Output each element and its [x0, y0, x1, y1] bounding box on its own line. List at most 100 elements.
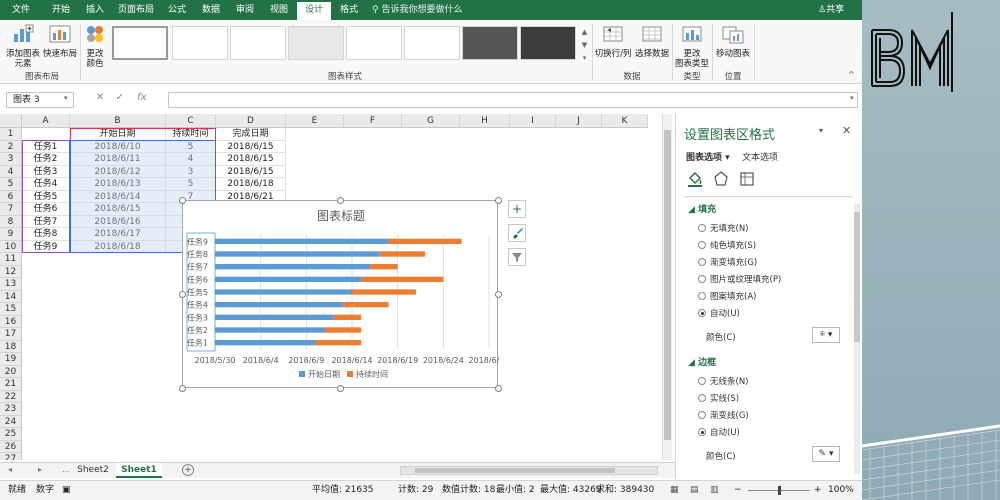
- fill-line-icon[interactable]: [686, 170, 704, 188]
- tab-insert[interactable]: 插入: [80, 0, 110, 20]
- next-sheet-icon[interactable]: ▸: [38, 465, 42, 474]
- quick-layout-button[interactable]: 快速布局: [42, 22, 78, 59]
- row-header-26[interactable]: 26: [0, 440, 22, 453]
- page-layout-view-icon[interactable]: ▤: [690, 481, 699, 499]
- row-header-19[interactable]: 19: [0, 353, 22, 366]
- fill-option-gradient[interactable]: 渐变填充(G): [698, 256, 757, 268]
- fill-color-picker[interactable]: ⍟ ▾: [812, 327, 840, 343]
- tab-data[interactable]: 数据: [196, 0, 226, 20]
- chart-style-7[interactable]: [462, 26, 518, 60]
- formula-input[interactable]: [168, 92, 858, 108]
- change-colors-button[interactable]: 更改 颜色: [82, 22, 108, 69]
- column-header-d[interactable]: D: [216, 114, 286, 128]
- cancel-icon[interactable]: ✕: [96, 92, 104, 103]
- scrollbar-thumb[interactable]: [415, 468, 615, 473]
- select-all-corner[interactable]: [0, 114, 22, 128]
- table-cell[interactable]: 2018/6/18: [216, 178, 286, 191]
- fill-section-header[interactable]: ◢ 填充: [688, 202, 716, 215]
- new-sheet-button[interactable]: +: [182, 464, 194, 476]
- sheet-tab-sheet1[interactable]: Sheet1: [116, 463, 162, 478]
- row-header-27[interactable]: 27: [0, 453, 22, 460]
- switch-row-column-button[interactable]: 切换行/列: [594, 22, 632, 59]
- fill-option-solid[interactable]: 纯色填充(S): [698, 239, 756, 251]
- resize-handle[interactable]: [179, 385, 186, 392]
- tab-page-layout[interactable]: 页面布局: [112, 0, 160, 20]
- size-properties-icon[interactable]: [738, 170, 756, 188]
- tab-text-options[interactable]: 文本选项: [742, 150, 778, 163]
- row-header-10[interactable]: 10: [0, 240, 22, 253]
- row-header-2[interactable]: 2: [0, 140, 22, 153]
- scrollbar-thumb[interactable]: [664, 130, 671, 440]
- share-button[interactable]: ♙共享: [818, 0, 844, 20]
- tab-review[interactable]: 审阅: [230, 0, 260, 20]
- macro-record-icon[interactable]: ▣: [62, 481, 71, 499]
- row-header-16[interactable]: 16: [0, 315, 22, 328]
- row-header-22[interactable]: 22: [0, 390, 22, 403]
- select-data-button[interactable]: 选择数据: [634, 22, 670, 59]
- fill-option-automatic[interactable]: 自动(U): [698, 307, 740, 319]
- zoom-in-button[interactable]: +: [814, 481, 822, 499]
- insert-function-button[interactable]: fx: [137, 92, 146, 103]
- worksheet-grid[interactable]: ABCDEFGHIJK 1 2 3 4 5 6 7 8 9 10 11 12 13 14 15 16 17 18 1…: [0, 114, 660, 460]
- column-header-a[interactable]: A: [22, 114, 70, 128]
- expand-formula-icon[interactable]: ▾: [850, 94, 854, 102]
- table-cell[interactable]: 2018/6/15: [216, 165, 286, 178]
- chart-style-6[interactable]: [404, 26, 460, 60]
- chart-style-4[interactable]: [288, 26, 344, 60]
- row-header-5[interactable]: 5: [0, 178, 22, 191]
- table-header-cell[interactable]: 完成日期: [216, 128, 286, 141]
- tell-me-search[interactable]: ⚲ 告诉我你想要做什么: [372, 0, 462, 20]
- page-break-view-icon[interactable]: ▥: [710, 481, 719, 499]
- scrollbar-thumb[interactable]: [854, 212, 860, 342]
- resize-handle[interactable]: [179, 291, 186, 298]
- row-header-25[interactable]: 25: [0, 428, 22, 441]
- row-header-15[interactable]: 15: [0, 303, 22, 316]
- border-section-header[interactable]: ◢ 边框: [688, 355, 716, 368]
- collapse-ribbon-icon[interactable]: ^: [848, 70, 855, 79]
- more-sheets-icon[interactable]: …: [62, 465, 70, 474]
- column-header-g[interactable]: G: [402, 114, 460, 128]
- zoom-slider-thumb[interactable]: [778, 486, 781, 495]
- row-header-12[interactable]: 12: [0, 265, 22, 278]
- prev-sheet-icon[interactable]: ◂: [8, 465, 12, 474]
- row-header-11[interactable]: 11: [0, 253, 22, 266]
- resize-handle[interactable]: [495, 385, 502, 392]
- fill-option-none[interactable]: 无填充(N): [698, 222, 749, 234]
- chart-elements-button[interactable]: +: [508, 200, 526, 218]
- chart-area[interactable]: 图表标题 2018/5/30 2018/6/4 2018/6/9 2018/6/14 2…: [182, 200, 499, 388]
- row-header-7[interactable]: 7: [0, 203, 22, 216]
- table-cell[interactable]: 2018/6/15: [216, 140, 286, 153]
- table-cell[interactable]: 2018/6/15: [216, 153, 286, 166]
- border-option-automatic[interactable]: 自动(U): [698, 426, 740, 438]
- name-box-dropdown-icon[interactable]: ▾: [64, 94, 68, 102]
- tab-design[interactable]: 设计: [297, 2, 331, 20]
- column-header-j[interactable]: J: [556, 114, 602, 128]
- tab-home[interactable]: 开始: [44, 0, 78, 20]
- resize-handle[interactable]: [495, 197, 502, 204]
- sheet-tab-sheet2[interactable]: Sheet2: [70, 463, 116, 478]
- column-header-i[interactable]: I: [510, 114, 556, 128]
- column-header-h[interactable]: H: [460, 114, 510, 128]
- resize-handle[interactable]: [337, 197, 344, 204]
- tab-format[interactable]: 格式: [334, 0, 364, 20]
- row-header-24[interactable]: 24: [0, 415, 22, 428]
- row-header-3[interactable]: 3: [0, 153, 22, 166]
- row-header-4[interactable]: 4: [0, 165, 22, 178]
- style-gallery-scroll[interactable]: ▲ ▼ ▾: [580, 26, 589, 66]
- pane-options-dropdown-icon[interactable]: ▾: [819, 126, 823, 135]
- row-header-8[interactable]: 8: [0, 215, 22, 228]
- column-header-f[interactable]: F: [344, 114, 402, 128]
- tab-formulas[interactable]: 公式: [162, 0, 192, 20]
- resize-handle[interactable]: [337, 385, 344, 392]
- column-header-e[interactable]: E: [286, 114, 344, 128]
- add-chart-element-button[interactable]: 添加图表 元素: [4, 22, 42, 69]
- fill-option-picture[interactable]: 图片或纹理填充(P): [698, 273, 781, 285]
- tab-view[interactable]: 视图: [264, 0, 294, 20]
- horizontal-scrollbar[interactable]: [400, 466, 658, 475]
- close-icon[interactable]: ✕: [842, 124, 851, 137]
- row-header-20[interactable]: 20: [0, 365, 22, 378]
- vertical-scrollbar[interactable]: [662, 114, 672, 460]
- border-option-none[interactable]: 无线条(N): [698, 375, 749, 387]
- row-header-14[interactable]: 14: [0, 290, 22, 303]
- chart-style-2[interactable]: [172, 26, 228, 60]
